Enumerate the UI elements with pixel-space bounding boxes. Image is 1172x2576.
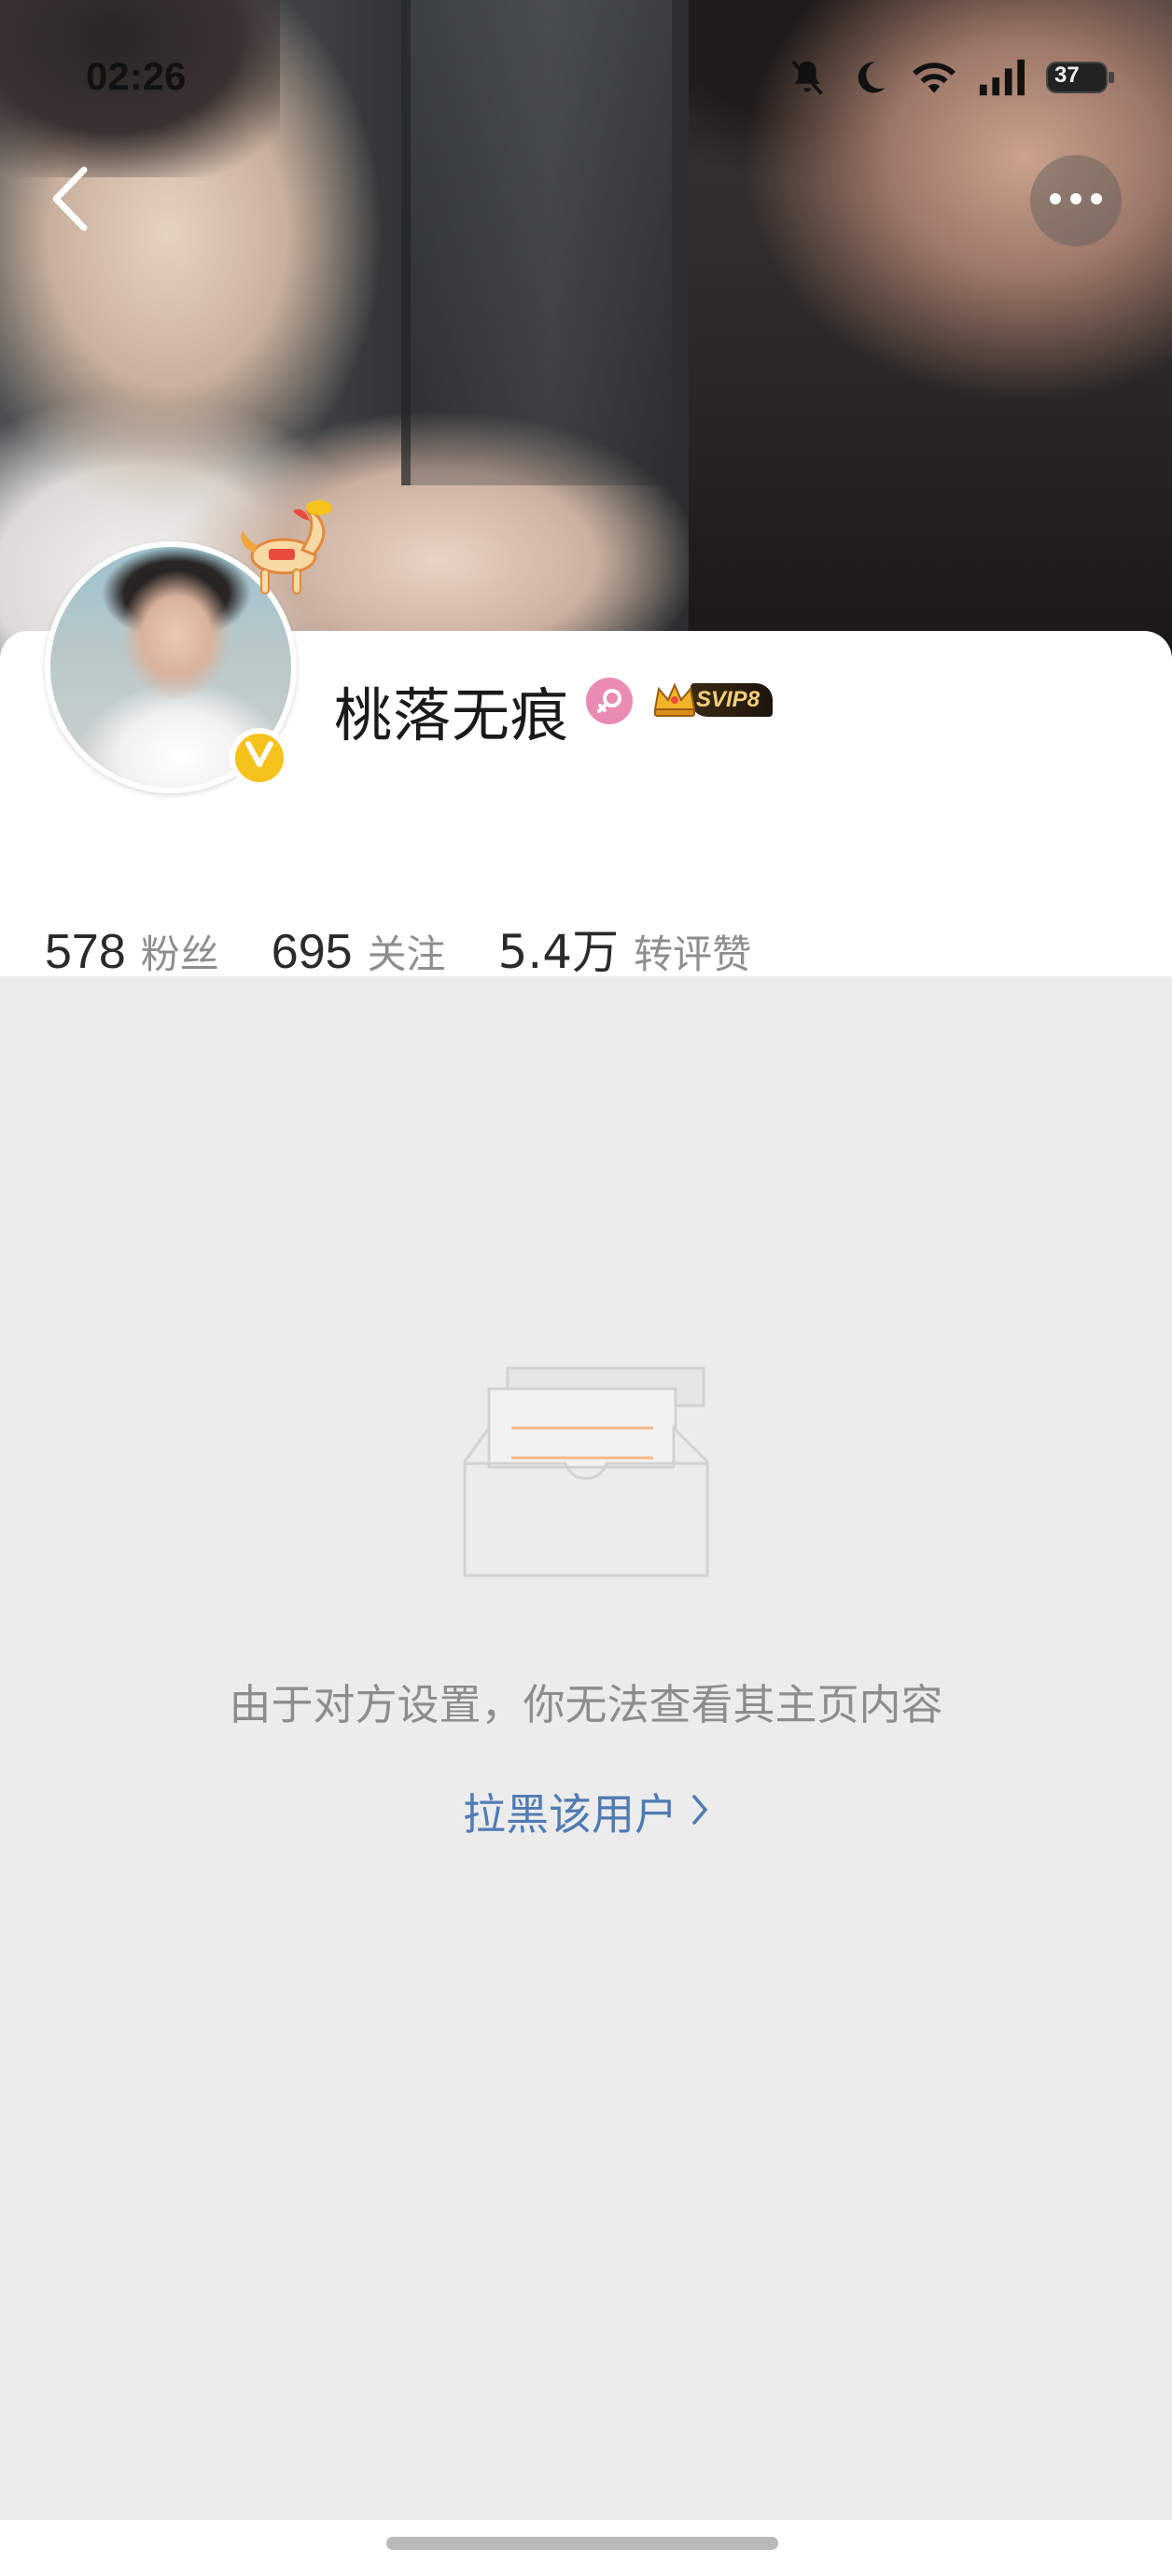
svip-badge[interactable]: SVIP8 (649, 678, 797, 722)
bell-muted-icon (786, 56, 829, 103)
block-user-link[interactable]: 拉黑该用户 (0, 1781, 1172, 1842)
stat-followers[interactable]: 578 粉丝 (45, 923, 219, 980)
stat-following[interactable]: 695 关注 (272, 923, 446, 980)
cover-photo-detail (401, 0, 672, 485)
nickname: 桃落无痕 (334, 681, 570, 749)
stat-value: 5.4万 (497, 925, 620, 979)
home-indicator[interactable] (386, 2537, 778, 2550)
crown-icon (649, 678, 700, 722)
stat-value: 578 (45, 925, 126, 979)
stat-label: 粉丝 (140, 931, 219, 977)
stat-label: 关注 (367, 931, 446, 977)
empty-inbox-icon (461, 1363, 711, 1583)
more-button[interactable] (1030, 155, 1122, 246)
back-button[interactable] (37, 166, 103, 235)
svip-label: SVIP8 (691, 683, 774, 717)
empty-state-message: 由于对方设置，你无法查看其主页内容 (229, 1680, 943, 1729)
battery-icon: 37 (1045, 59, 1116, 100)
wifi-icon (911, 57, 957, 102)
chevron-left-icon (49, 166, 91, 235)
horse-avatar-decoration-icon (228, 498, 340, 601)
battery-level: 37 (1054, 63, 1080, 88)
stat-interactions[interactable]: 5.4万 转评赞 (498, 915, 752, 982)
profile-screen: 02:26 37 桃落无痕 SVIP8 578 粉丝 695 关注 5.4万 转… (0, 0, 1172, 2576)
stat-value: 695 (271, 925, 353, 979)
status-icons: 37 (786, 56, 1116, 103)
stats-row: 578 粉丝 695 关注 5.4万 转评赞 (45, 915, 803, 982)
verified-badge (230, 728, 289, 788)
verified-v-icon (244, 740, 274, 776)
moon-icon (849, 57, 890, 102)
more-dots-icon (1048, 191, 1104, 210)
stat-label: 转评赞 (634, 931, 752, 977)
female-gender-icon (586, 678, 633, 724)
avatar-wrap[interactable] (45, 500, 332, 793)
status-time: 02:26 (86, 54, 187, 98)
chevron-right-icon (691, 1786, 709, 1837)
signal-icon (978, 59, 1025, 100)
block-user-label: 拉黑该用户 (463, 1789, 677, 1840)
